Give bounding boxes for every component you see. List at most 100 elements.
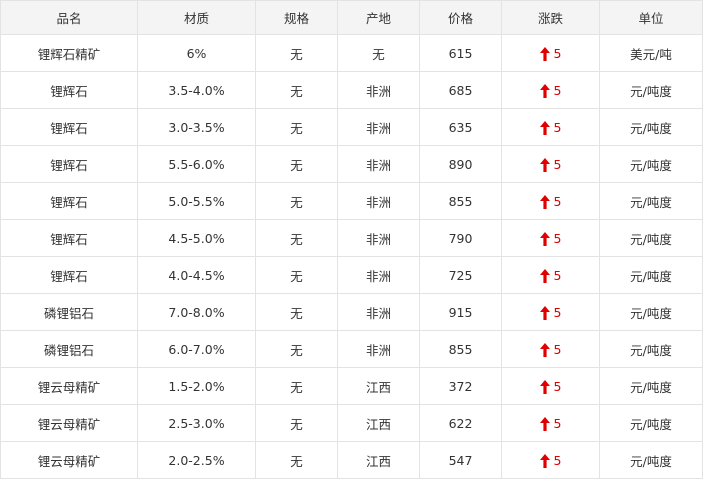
table-row: 锂辉石 5.5-6.0% 无非洲 890 5 元/吨度	[0, 145, 703, 183]
cell-grade: 6.0-7.0%	[137, 330, 256, 368]
cell-unit: 元/吨度	[599, 441, 703, 479]
cell-grade: 1.5-2.0%	[137, 367, 256, 405]
cell-change: 5	[501, 71, 600, 109]
cell-grade: 5.0-5.5%	[137, 182, 256, 220]
arrow-up-icon	[539, 194, 550, 209]
column-header-origin: 产地	[337, 0, 420, 35]
cell-grade: 3.0-3.5%	[137, 108, 256, 146]
cell-price: 790	[419, 219, 502, 257]
change-value: 5	[553, 194, 562, 209]
arrow-up-icon	[539, 305, 550, 320]
cell-change: 5	[501, 219, 600, 257]
column-header-unit: 单位	[599, 0, 703, 35]
cell-unit: 元/吨度	[599, 219, 703, 257]
cell-origin: 非洲	[337, 182, 420, 220]
cell-spec: 无	[255, 145, 338, 183]
cell-name: 磷锂铝石	[0, 293, 138, 331]
cell-unit: 元/吨度	[599, 293, 703, 331]
cell-price: 372	[419, 367, 502, 405]
table-row: 磷锂铝石 7.0-8.0% 无非洲 915 5 元/吨度	[0, 293, 703, 331]
cell-name: 锂辉石	[0, 256, 138, 294]
column-header-change: 涨跌	[501, 0, 600, 35]
cell-origin: 江西	[337, 367, 420, 405]
cell-spec: 无	[255, 108, 338, 146]
change-value: 5	[553, 231, 562, 246]
cell-price: 915	[419, 293, 502, 331]
cell-origin: 非洲	[337, 330, 420, 368]
cell-price: 855	[419, 182, 502, 220]
cell-unit: 美元/吨	[599, 34, 703, 72]
cell-price: 615	[419, 34, 502, 72]
cell-spec: 无	[255, 219, 338, 257]
cell-name: 锂辉石	[0, 108, 138, 146]
cell-grade: 7.0-8.0%	[137, 293, 256, 331]
cell-origin: 非洲	[337, 108, 420, 146]
cell-unit: 元/吨度	[599, 256, 703, 294]
column-header-name: 品名	[0, 0, 138, 35]
arrow-up-icon	[539, 268, 550, 283]
cell-origin: 非洲	[337, 145, 420, 183]
cell-price: 635	[419, 108, 502, 146]
cell-name: 锂云母精矿	[0, 404, 138, 442]
cell-unit: 元/吨度	[599, 145, 703, 183]
table-header-row: 品名 材质 规格 产地 价格 涨跌 单位	[0, 0, 703, 35]
arrow-up-icon	[539, 342, 550, 357]
cell-name: 锂云母精矿	[0, 441, 138, 479]
cell-spec: 无	[255, 34, 338, 72]
arrow-up-icon	[539, 120, 550, 135]
cell-spec: 无	[255, 330, 338, 368]
table-body: 锂辉石精矿 6% 无无 615 5 美元/吨 锂辉石 3.5-4.0% 无非洲 685 5 元/吨度锂…	[0, 34, 703, 479]
cell-name: 锂辉石精矿	[0, 34, 138, 72]
cell-grade: 5.5-6.0%	[137, 145, 256, 183]
cell-grade: 6%	[137, 34, 256, 72]
cell-change: 5	[501, 441, 600, 479]
change-value: 5	[553, 342, 562, 357]
arrow-up-icon	[539, 157, 550, 172]
cell-origin: 非洲	[337, 71, 420, 109]
change-value: 5	[553, 305, 562, 320]
cell-grade: 2.5-3.0%	[137, 404, 256, 442]
cell-grade: 4.5-5.0%	[137, 219, 256, 257]
cell-unit: 元/吨度	[599, 404, 703, 442]
cell-grade: 2.0-2.5%	[137, 441, 256, 479]
arrow-up-icon	[539, 453, 550, 468]
change-value: 5	[553, 268, 562, 283]
change-value: 5	[553, 416, 562, 431]
arrow-up-icon	[539, 83, 550, 98]
table-row: 锂辉石 5.0-5.5% 无非洲 855 5 元/吨度	[0, 182, 703, 220]
table-row: 锂辉石 3.5-4.0% 无非洲 685 5 元/吨度	[0, 71, 703, 109]
cell-change: 5	[501, 182, 600, 220]
table-row: 磷锂铝石 6.0-7.0% 无非洲 855 5 元/吨度	[0, 330, 703, 368]
cell-name: 锂辉石	[0, 145, 138, 183]
cell-price: 622	[419, 404, 502, 442]
cell-unit: 元/吨度	[599, 367, 703, 405]
cell-origin: 非洲	[337, 256, 420, 294]
cell-origin: 江西	[337, 404, 420, 442]
cell-change: 5	[501, 108, 600, 146]
cell-change: 5	[501, 404, 600, 442]
arrow-up-icon	[539, 416, 550, 431]
cell-unit: 元/吨度	[599, 330, 703, 368]
cell-name: 锂辉石	[0, 182, 138, 220]
change-value: 5	[553, 83, 562, 98]
price-table: 品名 材质 规格 产地 价格 涨跌 单位 锂辉石精矿 6% 无无 615 5 美元/吨 锂辉…	[0, 0, 703, 479]
cell-change: 5	[501, 145, 600, 183]
cell-origin: 无	[337, 34, 420, 72]
cell-spec: 无	[255, 182, 338, 220]
cell-unit: 元/吨度	[599, 71, 703, 109]
change-value: 5	[553, 120, 562, 135]
cell-name: 磷锂铝石	[0, 330, 138, 368]
cell-price: 547	[419, 441, 502, 479]
cell-change: 5	[501, 293, 600, 331]
cell-unit: 元/吨度	[599, 108, 703, 146]
cell-change: 5	[501, 367, 600, 405]
cell-name: 锂辉石	[0, 219, 138, 257]
table-row: 锂辉石 4.0-4.5% 无非洲 725 5 元/吨度	[0, 256, 703, 294]
cell-spec: 无	[255, 256, 338, 294]
cell-change: 5	[501, 34, 600, 72]
arrow-up-icon	[539, 231, 550, 246]
table-row: 锂辉石 4.5-5.0% 无非洲 790 5 元/吨度	[0, 219, 703, 257]
table-row: 锂辉石精矿 6% 无无 615 5 美元/吨	[0, 34, 703, 72]
cell-change: 5	[501, 256, 600, 294]
column-header-spec: 规格	[255, 0, 338, 35]
